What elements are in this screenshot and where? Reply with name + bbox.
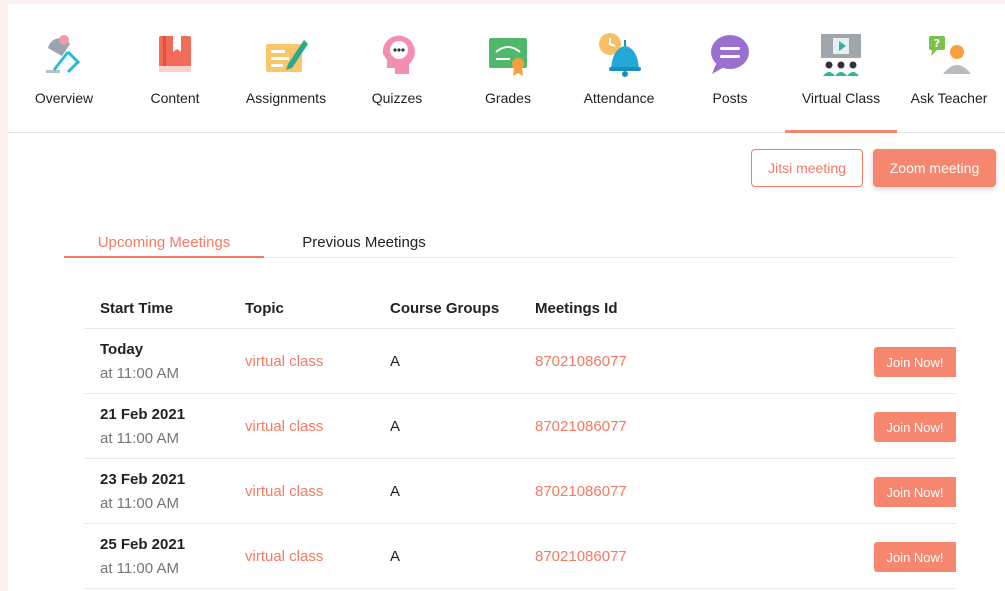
header-topic: Topic <box>245 300 284 317</box>
nav-item-content[interactable]: Content <box>119 4 231 133</box>
meeting-id-link[interactable]: 87021086077 <box>535 483 627 500</box>
nav-label: Virtual Class <box>801 90 881 106</box>
overview-lamp-icon <box>46 35 81 74</box>
header-course-groups: Course Groups <box>390 300 500 317</box>
active-tab-indicator <box>785 130 897 133</box>
nav-item-grades[interactable]: Grades <box>452 4 564 133</box>
nav-label: Posts <box>712 90 748 106</box>
nav-item-ask-teacher[interactable]: ? Ask Teacher <box>893 4 1005 133</box>
meeting-date: Today <box>100 341 144 358</box>
nav-label: Grades <box>485 90 531 106</box>
certificate-icon <box>489 38 527 76</box>
meeting-id-link[interactable]: 87021086077 <box>535 418 627 435</box>
meeting-date: 21 Feb 2021 <box>100 406 186 423</box>
nav-item-posts[interactable]: Posts <box>674 4 786 133</box>
nav-item-quizzes[interactable]: Quizzes <box>341 4 453 133</box>
nav-item-assignments[interactable]: Assignments <box>230 4 342 133</box>
nav-item-virtual-class[interactable]: Virtual Class <box>785 4 897 133</box>
meeting-course-group: A <box>390 353 401 370</box>
nav-label: Quizzes <box>371 90 423 106</box>
meeting-topic-link[interactable]: virtual class <box>245 353 323 370</box>
svg-text:?: ? <box>934 37 940 50</box>
question-user-icon: ? <box>929 36 971 74</box>
head-thought-icon <box>382 35 415 74</box>
left-page-strip <box>0 0 8 591</box>
book-icon <box>159 36 191 72</box>
table-row: 21 Feb 2021 at 11:00 AM virtual class A … <box>84 394 956 459</box>
join-now-button[interactable]: Join Now! <box>874 542 956 572</box>
meeting-id-link[interactable]: 87021086077 <box>535 548 627 565</box>
join-now-button[interactable]: Join Now! <box>874 477 956 507</box>
table-row: 25 Feb 2021 at 11:00 AM virtual class A … <box>84 524 956 589</box>
meeting-topic-link[interactable]: virtual class <box>245 483 323 500</box>
pen-paper-icon <box>266 40 308 72</box>
header-start-time: Start Time <box>100 300 174 317</box>
nav-item-attendance[interactable]: Attendance <box>563 4 675 133</box>
table-row: Today at 11:00 AM virtual class A 870210… <box>84 329 956 394</box>
join-now-button[interactable]: Join Now! <box>874 347 956 377</box>
meeting-time: at 11:00 AM <box>100 560 179 577</box>
meeting-time: at 11:00 AM <box>100 495 179 512</box>
meetings-table: Start Time Topic Course Groups Meetings … <box>84 288 956 589</box>
header-meetings-id: Meetings Id <box>535 300 618 317</box>
table-header: Start Time Topic Course Groups Meetings … <box>84 288 956 329</box>
nav-label: Assignments <box>245 90 327 106</box>
meeting-course-group: A <box>390 418 401 435</box>
presentation-screen-icon <box>821 34 861 76</box>
meeting-topic-link[interactable]: virtual class <box>245 418 323 435</box>
meeting-course-group: A <box>390 548 401 565</box>
nav-label: Content <box>150 90 200 106</box>
course-navigation: Overview Content Assignments Quizzes Gra… <box>8 4 1005 133</box>
tab-upcoming-meetings[interactable]: Upcoming Meetings <box>64 226 264 258</box>
nav-item-overview[interactable]: Overview <box>8 4 120 133</box>
meeting-topic-link[interactable]: virtual class <box>245 548 323 565</box>
meeting-time: at 11:00 AM <box>100 430 179 447</box>
zoom-meeting-button[interactable]: Zoom meeting <box>873 149 996 187</box>
meeting-date: 23 Feb 2021 <box>100 471 186 488</box>
nav-label: Ask Teacher <box>910 90 988 106</box>
meeting-time: at 11:00 AM <box>100 365 179 382</box>
bell-clock-icon <box>599 33 641 77</box>
meetings-tabs: Upcoming Meetings Previous Meetings <box>64 226 956 258</box>
meeting-id-link[interactable]: 87021086077 <box>535 353 627 370</box>
tab-previous-meetings[interactable]: Previous Meetings <box>264 226 464 258</box>
nav-label: Attendance <box>583 90 655 106</box>
meeting-date: 25 Feb 2021 <box>100 536 186 553</box>
chat-bubble-icon <box>711 35 749 74</box>
meeting-course-group: A <box>390 483 401 500</box>
table-row: 23 Feb 2021 at 11:00 AM virtual class A … <box>84 459 956 524</box>
nav-label: Overview <box>34 90 94 106</box>
join-now-button[interactable]: Join Now! <box>874 412 956 442</box>
jitsi-meeting-button[interactable]: Jitsi meeting <box>751 149 863 187</box>
